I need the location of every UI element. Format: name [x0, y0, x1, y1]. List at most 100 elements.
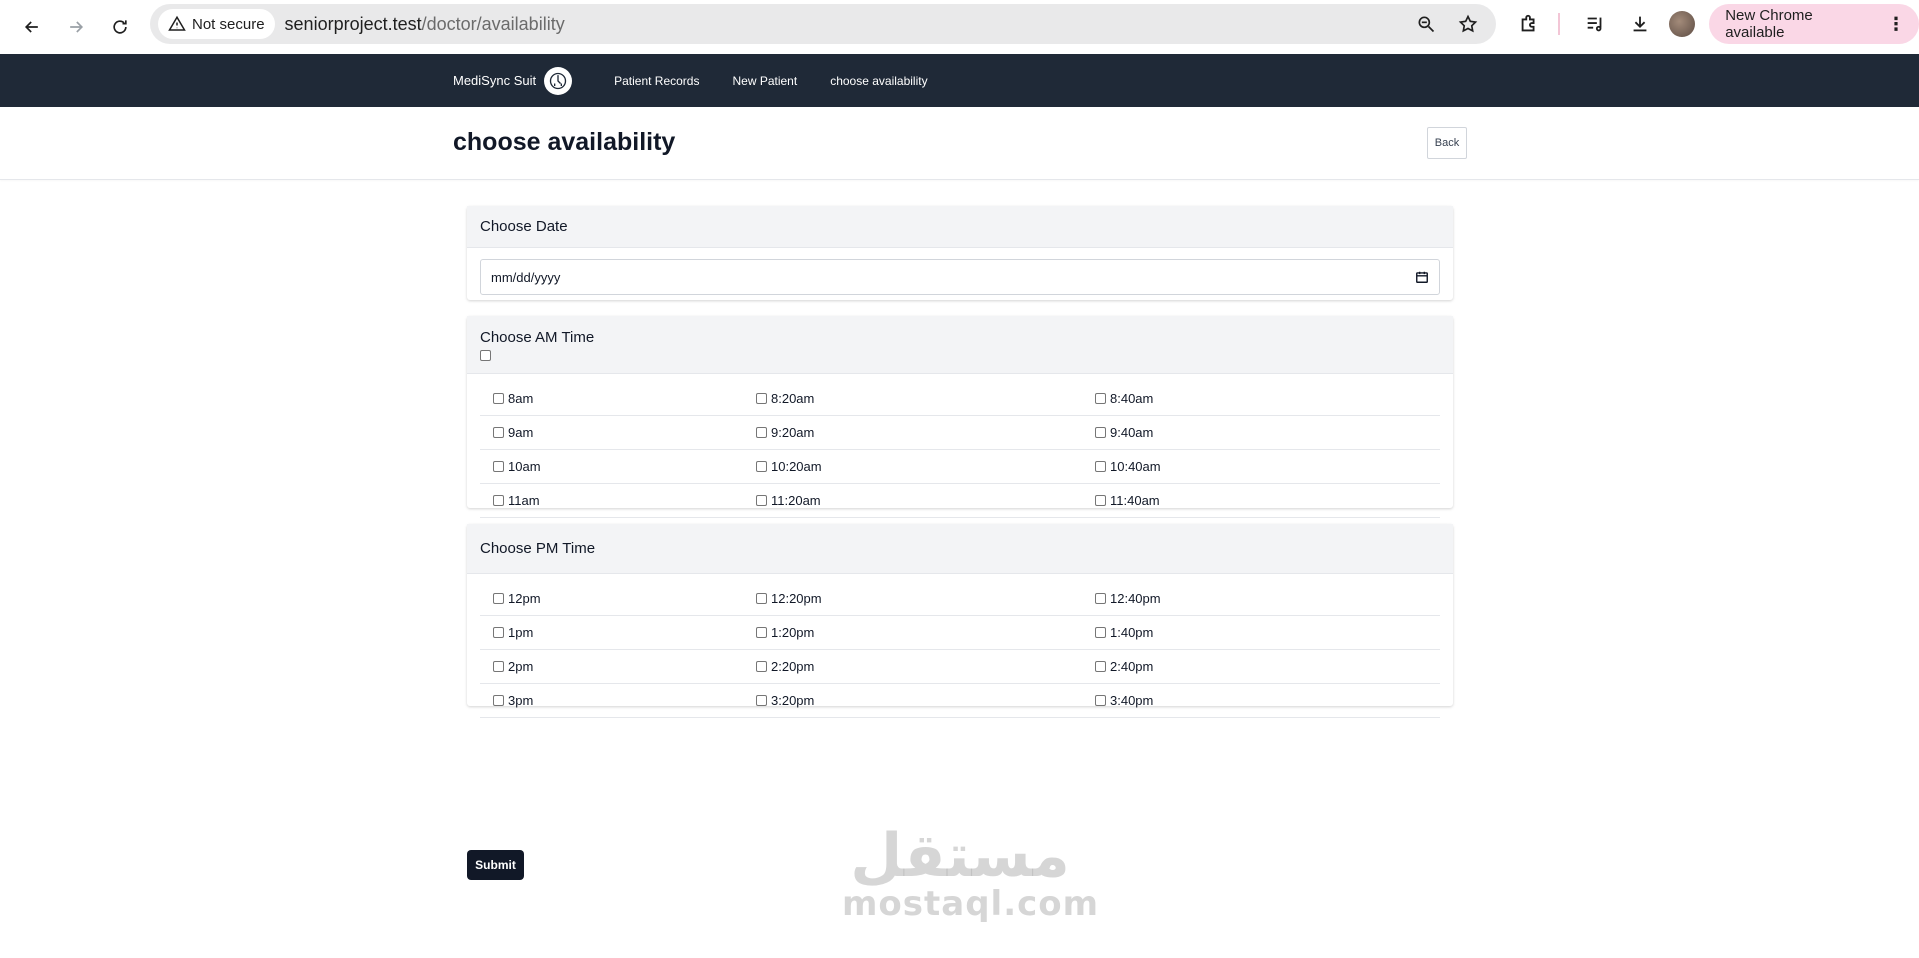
pm-card-title: Choose PM Time [467, 524, 1453, 574]
slot-checkbox[interactable] [1095, 695, 1106, 706]
slot-checkbox[interactable] [1095, 461, 1106, 472]
warning-icon [168, 15, 186, 31]
slot-item[interactable]: 3:20pm [756, 693, 1095, 708]
brand-logo-icon [544, 66, 573, 95]
back-arrow-icon[interactable] [14, 9, 50, 45]
nav-choose-availability[interactable]: choose availability [830, 74, 927, 88]
address-bar[interactable]: Not secure seniorproject.test/doctor/ava… [150, 4, 1496, 44]
slot-row: 8am 8:20am 8:40am [480, 382, 1440, 416]
slot-item[interactable]: 3pm [480, 693, 756, 708]
slot-item[interactable]: 11am [480, 493, 756, 508]
slot-row: 9am 9:20am 9:40am [480, 416, 1440, 450]
slot-row: 1pm 1:20pm 1:40pm [480, 616, 1440, 650]
slot-checkbox[interactable] [1095, 593, 1106, 604]
slot-item[interactable]: 1pm [480, 625, 756, 640]
watermark: مستقل mostaql.com [842, 821, 1100, 924]
slot-checkbox[interactable] [493, 495, 504, 506]
select-all-am-checkbox[interactable] [480, 350, 491, 361]
pm-slots: 12pm 12:20pm 12:40pm 1pm 1:20pm 1:40pm 2… [467, 574, 1453, 728]
update-chrome-button[interactable]: New Chrome available ⋮ [1709, 4, 1919, 44]
slot-item[interactable]: 11:20am [756, 493, 1095, 508]
nav-patient-records[interactable]: Patient Records [614, 74, 699, 88]
forward-arrow-icon[interactable] [58, 9, 94, 45]
slot-item[interactable]: 10:20am [756, 459, 1095, 474]
slot-checkbox[interactable] [1095, 627, 1106, 638]
brand[interactable]: MediSync Suit [453, 66, 573, 95]
slot-checkbox[interactable] [756, 661, 767, 672]
watermark-latin: mostaql.com [842, 884, 1100, 924]
slot-checkbox[interactable] [493, 427, 504, 438]
slot-item[interactable]: 8:20am [756, 391, 1095, 406]
date-card-title: Choose Date [467, 206, 1453, 248]
brand-name: MediSync Suit [453, 73, 537, 88]
slot-checkbox[interactable] [1095, 393, 1106, 404]
slot-checkbox[interactable] [493, 661, 504, 672]
slot-checkbox[interactable] [756, 593, 767, 604]
slot-checkbox[interactable] [756, 393, 767, 404]
slot-checkbox[interactable] [493, 695, 504, 706]
slot-item[interactable]: 2pm [480, 659, 756, 674]
bookmark-star-icon[interactable] [1458, 14, 1478, 34]
slot-item[interactable]: 9:20am [756, 425, 1095, 440]
slot-checkbox[interactable] [493, 461, 504, 472]
slot-row: 11am 11:20am 11:40am [480, 484, 1440, 518]
more-menu-icon[interactable]: ⋮ [1887, 14, 1905, 35]
slot-checkbox[interactable] [493, 627, 504, 638]
slot-checkbox[interactable] [756, 461, 767, 472]
watermark-arabic: مستقل [850, 821, 1070, 891]
slot-checkbox[interactable] [756, 627, 767, 638]
slot-item[interactable]: 10:40am [1095, 459, 1161, 474]
slot-item[interactable]: 8am [480, 391, 756, 406]
media-control-icon[interactable] [1578, 7, 1612, 41]
slot-item[interactable]: 11:40am [1095, 493, 1160, 508]
page-title: choose availability [453, 128, 676, 156]
date-card: Choose Date mm/dd/yyyy [467, 206, 1453, 300]
slot-row: 3pm 3:20pm 3:40pm [480, 684, 1440, 718]
slot-item[interactable]: 12:20pm [756, 591, 1095, 606]
slot-item[interactable]: 1:20pm [756, 625, 1095, 640]
zoom-icon[interactable] [1416, 14, 1436, 34]
slot-item[interactable]: 9:40am [1095, 425, 1153, 440]
am-slots: 8am 8:20am 8:40am 9am 9:20am 9:40am 10am… [467, 374, 1453, 528]
nav-new-patient[interactable]: New Patient [732, 74, 797, 88]
slot-item[interactable]: 12pm [480, 591, 756, 606]
slot-checkbox[interactable] [493, 393, 504, 404]
calendar-icon[interactable] [1415, 270, 1429, 284]
slot-item[interactable]: 1:40pm [1095, 625, 1153, 640]
pm-time-card: Choose PM Time 12pm 12:20pm 12:40pm 1pm … [467, 524, 1453, 718]
slot-item[interactable]: 10am [480, 459, 756, 474]
slot-checkbox[interactable] [756, 427, 767, 438]
slot-checkbox[interactable] [493, 593, 504, 604]
am-card-title: Choose AM Time [480, 329, 595, 346]
toolbar-divider [1557, 13, 1560, 35]
slot-row: 12pm 12:20pm 12:40pm [480, 582, 1440, 616]
slot-item[interactable]: 3:40pm [1095, 693, 1153, 708]
app-navbar: MediSync Suit Patient Records New Patien… [0, 54, 1919, 107]
url-text[interactable]: seniorproject.test/doctor/availability [285, 14, 565, 35]
date-placeholder: mm/dd/yyyy [491, 269, 561, 285]
slot-checkbox[interactable] [1095, 661, 1106, 672]
slot-checkbox[interactable] [756, 695, 767, 706]
slot-checkbox[interactable] [1095, 427, 1106, 438]
slot-checkbox[interactable] [756, 495, 767, 506]
slot-row: 2pm 2:20pm 2:40pm [480, 650, 1440, 684]
page-header: choose availability Back [0, 107, 1919, 180]
slot-item[interactable]: 8:40am [1095, 391, 1153, 406]
am-time-card: Choose AM Time 8am 8:20am 8:40am 9am 9:2… [467, 316, 1453, 518]
security-label: Not secure [192, 15, 265, 33]
slot-checkbox[interactable] [1095, 495, 1106, 506]
date-input[interactable]: mm/dd/yyyy [480, 259, 1440, 295]
submit-button[interactable]: Submit [467, 850, 524, 880]
extensions-icon[interactable] [1512, 7, 1546, 41]
browser-toolbar: Not secure seniorproject.test/doctor/ava… [0, 0, 1919, 54]
back-button[interactable]: Back [1427, 127, 1467, 159]
reload-icon[interactable] [102, 9, 138, 45]
slot-item[interactable]: 9am [480, 425, 756, 440]
slot-row: 10am 10:20am 10:40am [480, 450, 1440, 484]
slot-item[interactable]: 2:20pm [756, 659, 1095, 674]
profile-avatar[interactable] [1669, 11, 1696, 37]
downloads-icon[interactable] [1624, 7, 1658, 41]
site-security-chip[interactable]: Not secure [158, 9, 275, 39]
slot-item[interactable]: 2:40pm [1095, 659, 1153, 674]
slot-item[interactable]: 12:40pm [1095, 591, 1161, 606]
